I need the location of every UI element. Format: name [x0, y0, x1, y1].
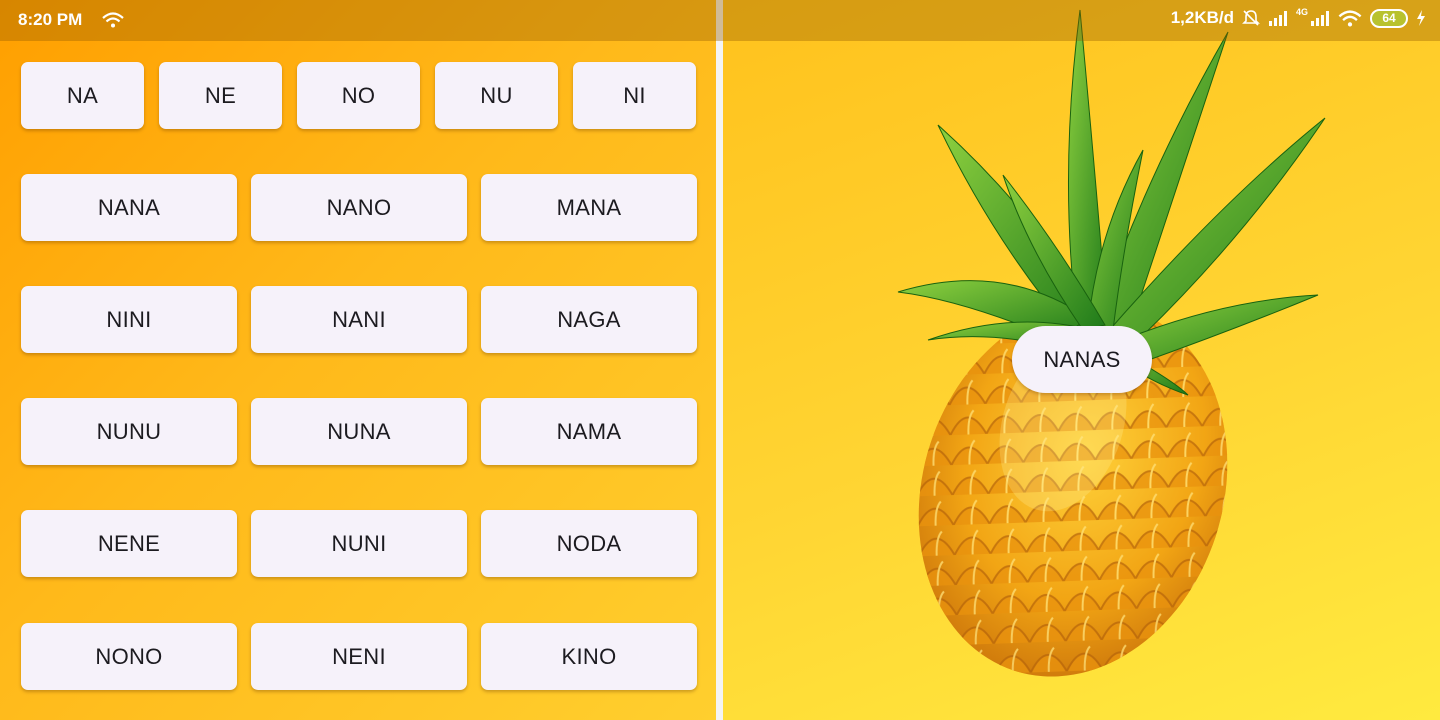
status-time: 8:20 PM: [18, 10, 83, 29]
network-type-label: 4G: [1295, 7, 1308, 17]
syllable-button-no[interactable]: NO: [297, 62, 420, 129]
word-button-nama[interactable]: NAMA: [481, 398, 697, 465]
word-button-nini[interactable]: NINI: [21, 286, 237, 353]
battery-icon: 64: [1370, 8, 1408, 28]
word-button-naga[interactable]: NAGA: [481, 286, 697, 353]
word-button-nunu[interactable]: NUNU: [21, 398, 237, 465]
syllable-panel: NA NE NO NU NI NANA NANO MANA NINI NANI …: [0, 0, 716, 720]
word-button-nene[interactable]: NENE: [21, 510, 237, 577]
wifi-icon: [102, 12, 124, 28]
wifi-icon: [1338, 9, 1362, 26]
signal-icon: [1268, 11, 1287, 26]
syllable-button-nu[interactable]: NU: [435, 62, 558, 129]
signal-4g-icon: [1311, 11, 1329, 26]
word-button-noda[interactable]: NODA: [481, 510, 697, 577]
syllable-button-ne[interactable]: NE: [159, 62, 282, 129]
word-label-chip[interactable]: NANAS: [1012, 326, 1152, 393]
word-button-nono[interactable]: NONO: [21, 623, 237, 690]
preview-panel: NANAS: [723, 0, 1440, 720]
word-button-nana[interactable]: NANA: [21, 174, 237, 241]
charging-icon: [1417, 10, 1425, 26]
status-icons: 1,2KB/d 4G 64: [1170, 7, 1426, 28]
status-bar: 8:20 PM 1,2KB/d 4G 64: [0, 0, 1440, 41]
alarm-off-icon: [1242, 10, 1260, 26]
word-button-kino[interactable]: KINO: [481, 623, 697, 690]
word-button-nani[interactable]: NANI: [251, 286, 467, 353]
syllable-button-ni[interactable]: NI: [573, 62, 696, 129]
word-button-nano[interactable]: NANO: [251, 174, 467, 241]
syllable-button-na[interactable]: NA: [21, 62, 144, 129]
word-button-mana[interactable]: MANA: [481, 174, 697, 241]
word-button-nuni[interactable]: NUNI: [251, 510, 467, 577]
word-button-neni[interactable]: NENI: [251, 623, 467, 690]
network-speed: 1,2KB/d: [1170, 8, 1234, 27]
split-screen-divider[interactable]: [716, 0, 723, 720]
word-button-nuna[interactable]: NUNA: [251, 398, 467, 465]
